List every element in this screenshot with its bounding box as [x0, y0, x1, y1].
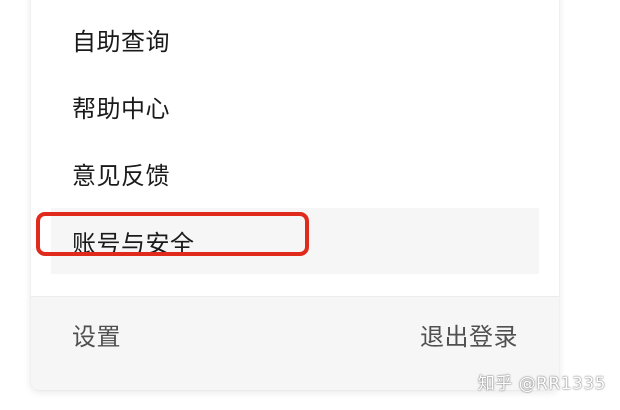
logout-button[interactable]: 退出登录 — [420, 317, 518, 352]
menu-item-label: 自助查询 — [72, 27, 170, 56]
menu-item-label: 意见反馈 — [72, 161, 170, 190]
menu-item-help-center[interactable]: 帮助中心 — [51, 73, 539, 139]
red-highlight-annotation — [36, 212, 309, 256]
watermark: 知乎 @RR1335 — [477, 374, 606, 394]
menu-item-feedback[interactable]: 意见反馈 — [51, 140, 539, 206]
account-dropdown-menu: 自助查询 帮助中心 意见反馈 账号与安全 设置 退出登录 — [31, 0, 559, 390]
menu-item-self-service[interactable]: 自助查询 — [51, 6, 539, 72]
menu-item-label: 帮助中心 — [72, 94, 170, 123]
screenshot-stage: 自助查询 帮助中心 意见反馈 账号与安全 设置 退出登录 知乎 @RR1335 — [0, 0, 620, 410]
settings-button[interactable]: 设置 — [72, 317, 121, 352]
